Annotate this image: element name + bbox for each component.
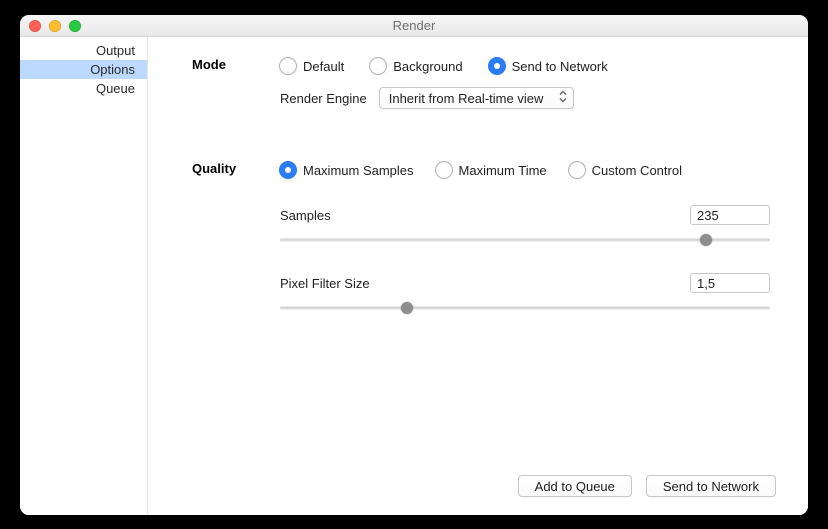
sidebar: Output Options Queue xyxy=(20,37,148,515)
zoom-icon[interactable] xyxy=(69,20,81,32)
slider-track xyxy=(280,307,770,310)
render-engine-select[interactable]: Inherit from Real-time view xyxy=(379,87,574,109)
render-engine-row: Render Engine Inherit from Real-time vie… xyxy=(280,87,776,109)
radio-mode-default[interactable]: Default xyxy=(280,58,344,74)
samples-label: Samples xyxy=(280,208,331,223)
section-quality: Quality Maximum Samples Maximum Time xyxy=(192,159,776,341)
window-controls xyxy=(20,20,81,32)
sidebar-item-label: Options xyxy=(90,62,135,77)
radio-icon xyxy=(280,162,296,178)
add-to-queue-button[interactable]: Add to Queue xyxy=(518,475,632,497)
pixel-filter-value: 1,5 xyxy=(697,276,715,291)
mode-radio-row: Default Background Send to Network xyxy=(280,55,776,77)
pixel-filter-slider[interactable] xyxy=(280,301,770,315)
radio-quality-max-samples[interactable]: Maximum Samples xyxy=(280,162,414,178)
minimize-icon[interactable] xyxy=(49,20,61,32)
slider-track xyxy=(280,239,770,242)
section-label-mode: Mode xyxy=(192,55,252,72)
sidebar-item-queue[interactable]: Queue xyxy=(20,79,147,98)
sidebar-item-output[interactable]: Output xyxy=(20,41,147,60)
sidebar-item-label: Output xyxy=(96,43,135,58)
render-engine-label: Render Engine xyxy=(280,91,367,106)
radio-mode-send-to-network[interactable]: Send to Network xyxy=(489,58,608,74)
samples-block: Samples 235 xyxy=(280,205,770,247)
radio-label: Send to Network xyxy=(512,59,608,74)
pixel-filter-block: Pixel Filter Size 1,5 xyxy=(280,273,770,315)
button-label: Add to Queue xyxy=(535,479,615,494)
slider-thumb[interactable] xyxy=(700,234,712,246)
radio-icon xyxy=(370,58,386,74)
section-label-quality: Quality xyxy=(192,159,252,176)
samples-input[interactable]: 235 xyxy=(690,205,770,225)
render-window: Render Output Options Queue Mode Default xyxy=(20,15,808,515)
samples-value: 235 xyxy=(697,208,719,223)
radio-label: Maximum Time xyxy=(459,163,547,178)
radio-quality-custom-control[interactable]: Custom Control xyxy=(569,162,682,178)
pixel-filter-label: Pixel Filter Size xyxy=(280,276,370,291)
button-label: Send to Network xyxy=(663,479,759,494)
slider-thumb[interactable] xyxy=(401,302,413,314)
radio-label: Custom Control xyxy=(592,163,682,178)
sidebar-item-label: Queue xyxy=(96,81,135,96)
radio-mode-background[interactable]: Background xyxy=(370,58,462,74)
samples-slider[interactable] xyxy=(280,233,770,247)
radio-label: Maximum Samples xyxy=(303,163,414,178)
radio-icon xyxy=(436,162,452,178)
radio-icon xyxy=(489,58,505,74)
pixel-filter-input[interactable]: 1,5 xyxy=(690,273,770,293)
render-engine-value: Inherit from Real-time view xyxy=(389,91,544,106)
window-body: Output Options Queue Mode Default xyxy=(20,37,808,515)
titlebar: Render xyxy=(20,15,808,37)
quality-radio-row: Maximum Samples Maximum Time Custom Cont… xyxy=(280,159,776,181)
close-icon[interactable] xyxy=(29,20,41,32)
radio-icon xyxy=(569,162,585,178)
radio-label: Background xyxy=(393,59,462,74)
window-title: Render xyxy=(20,18,808,33)
footer-buttons: Add to Queue Send to Network xyxy=(518,475,776,497)
main-panel: Mode Default Background xyxy=(148,37,808,515)
radio-label: Default xyxy=(303,59,344,74)
sidebar-item-options[interactable]: Options xyxy=(20,60,147,79)
send-to-network-button[interactable]: Send to Network xyxy=(646,475,776,497)
radio-quality-max-time[interactable]: Maximum Time xyxy=(436,162,547,178)
chevron-updown-icon xyxy=(559,91,567,106)
radio-icon xyxy=(280,58,296,74)
section-mode: Mode Default Background xyxy=(192,55,776,119)
